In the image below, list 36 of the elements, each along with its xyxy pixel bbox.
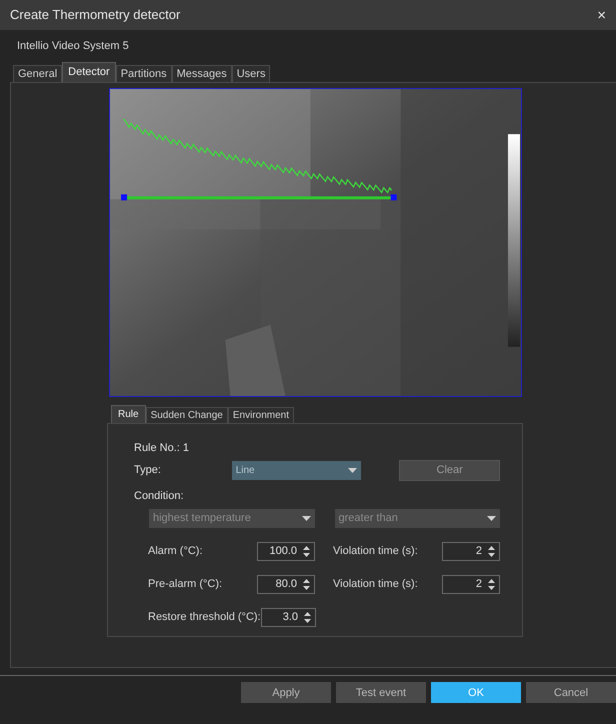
- spin-arrows-icon: [488, 546, 495, 556]
- tab[interactable]: Rule: [111, 405, 146, 423]
- caret-icon: [348, 468, 358, 472]
- spin-box[interactable]: 3.0: [260, 608, 316, 626]
- spin-box[interactable]: 2: [442, 542, 500, 560]
- type-dropdown[interactable]: Line: [232, 460, 362, 480]
- tab[interactable]: Messages: [172, 65, 232, 82]
- caret-icon: [302, 516, 310, 520]
- field-label: Pre-alarm (°C):: [148, 576, 222, 592]
- spin-arrows-icon: [303, 578, 310, 590]
- window-title: Create Thermometry detector: [10, 6, 180, 24]
- tab[interactable]: Detector: [62, 62, 116, 82]
- spin-box[interactable]: 2: [442, 574, 500, 594]
- dialog-button[interactable]: Apply: [241, 682, 331, 704]
- spin-box[interactable]: 100.0: [257, 542, 315, 560]
- close-button[interactable]: ×: [597, 8, 606, 22]
- system-name: Intellio Video System 5: [17, 38, 129, 54]
- dialog-button[interactable]: Cancel: [526, 682, 616, 704]
- tab[interactable]: Environment: [228, 407, 294, 423]
- field-label: Violation time (s):: [333, 576, 418, 592]
- tab[interactable]: General: [13, 65, 62, 82]
- spin-box[interactable]: 80.0: [257, 574, 315, 594]
- tab[interactable]: Sudden Change: [146, 407, 228, 423]
- type-label: Type:: [134, 462, 162, 478]
- tab[interactable]: Users: [232, 65, 270, 82]
- spin-arrows-icon: [303, 546, 310, 556]
- field-label: Violation time (s):: [333, 544, 418, 559]
- caret-icon: [487, 516, 496, 520]
- field-label: Restore threshold (°C):: [148, 610, 261, 625]
- field-label: Alarm (°C):: [148, 544, 203, 559]
- tab[interactable]: Partitions: [116, 65, 172, 82]
- spin-arrows-icon: [488, 578, 495, 590]
- condition-label: Condition:: [134, 489, 185, 504]
- spin-arrows-icon: [304, 612, 311, 622]
- dialog-button[interactable]: Test event: [336, 682, 426, 704]
- rule-number: Rule No.: 1: [134, 441, 190, 454]
